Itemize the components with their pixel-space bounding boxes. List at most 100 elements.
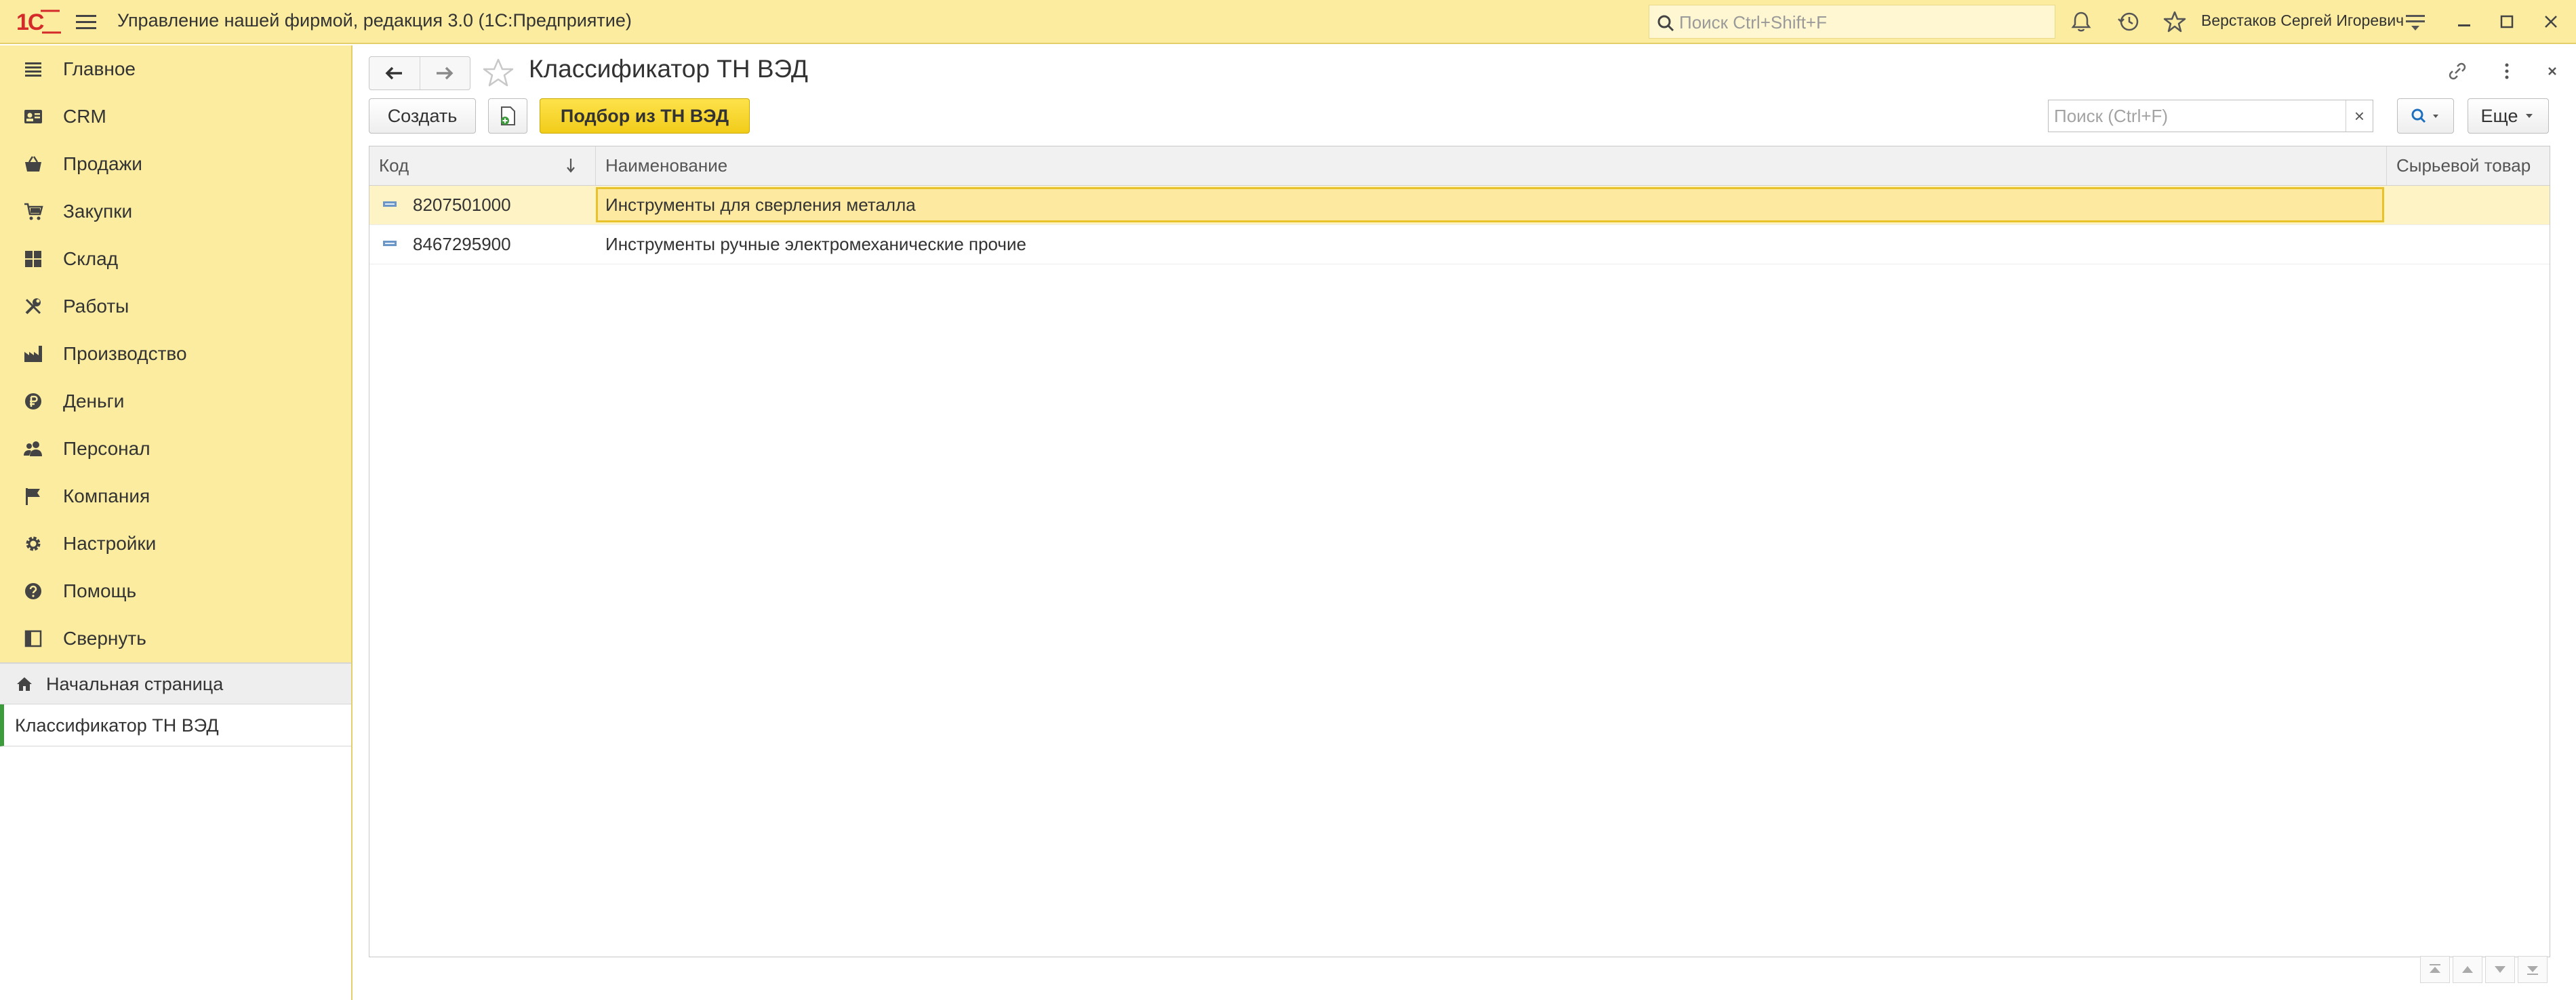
maximize-button[interactable] (2495, 9, 2519, 34)
forward-button[interactable] (420, 57, 470, 89)
page-down-button[interactable] (2485, 956, 2515, 983)
sidebar-item-label: CRM (63, 106, 106, 127)
close-window-button[interactable] (2539, 9, 2563, 34)
favorites-button[interactable] (2162, 9, 2187, 34)
open-window-home[interactable]: Начальная страница (0, 662, 351, 704)
add-document-icon (501, 106, 515, 125)
main-menu-button[interactable] (75, 12, 98, 33)
sidebar-item-warehouse[interactable]: Склад (0, 235, 351, 283)
column-header-code[interactable]: Код (369, 146, 596, 185)
sidebar-item-collapse[interactable]: Свернуть (0, 615, 351, 662)
double-up-icon (2430, 964, 2440, 973)
sidebar-item-help[interactable]: Помощь (0, 567, 351, 615)
history-button[interactable] (2116, 9, 2141, 34)
column-header-name[interactable]: Наименование (596, 146, 2387, 185)
settings-menu-button[interactable] (2403, 9, 2428, 34)
sidebar-item-label: Главное (63, 58, 136, 79)
sidebar-item-purchases[interactable]: Закупки (0, 188, 351, 235)
home-icon (17, 677, 32, 691)
sidebar-item-label: Деньги (63, 391, 125, 412)
element-item-icon (383, 241, 397, 246)
cart-icon (24, 203, 43, 220)
sidebar-item-label: Закупки (63, 201, 133, 222)
pick-from-classifier-button[interactable]: Подбор из ТН ВЭД (540, 98, 750, 134)
more-actions-label: Еще (2480, 105, 2518, 126)
people-icon (24, 441, 42, 456)
scroll-to-top-button[interactable] (2420, 956, 2450, 983)
page-title: Классификатор ТН ВЭД (529, 55, 808, 83)
logo-1c-icon: 1С (16, 9, 61, 35)
history-navigation (369, 56, 470, 90)
list-search-field[interactable]: × (2048, 100, 2373, 132)
sidebar-item-label: Производство (63, 343, 187, 364)
open-window-home-label: Начальная страница (46, 674, 224, 694)
app-title: Управление нашей фирмой, редакция 3.0 (1… (117, 10, 632, 31)
get-link-button[interactable] (2444, 58, 2471, 85)
user-name[interactable]: Верстаков Сергей Игоревич (2201, 12, 2404, 30)
tools-icon (25, 298, 41, 315)
history-icon (2118, 12, 2139, 31)
open-window-current-label: Классификатор ТН ВЭД (15, 715, 219, 736)
sidebar-item-crm[interactable]: CRM (0, 93, 351, 140)
sidebar-item-company[interactable]: Компания (0, 473, 351, 520)
scroll-to-bottom-button[interactable] (2518, 956, 2548, 983)
double-down-icon (2527, 966, 2538, 975)
more-actions-button[interactable]: Еще (2468, 98, 2549, 134)
global-search[interactable] (1649, 5, 2055, 39)
cell-name: Инструменты для сверления металла (605, 195, 916, 215)
global-search-input[interactable] (1679, 11, 2045, 34)
open-window-current[interactable]: Классификатор ТН ВЭД (0, 704, 351, 746)
maximize-icon (2500, 15, 2514, 28)
sidebar-item-staff[interactable]: Персонал (0, 425, 351, 473)
sections-panel: Главное CRM Продажи Закупки Склад Работы… (0, 45, 353, 1000)
form-area: Классификатор ТН ВЭД Создать Подбор из Т… (353, 45, 2576, 1000)
title-bar: 1С Управление нашей фирмой, редакция 3.0… (0, 0, 2576, 44)
sidebar-item-production[interactable]: Производство (0, 330, 351, 378)
sidebar-item-works[interactable]: Работы (0, 283, 351, 330)
warehouse-icon (25, 251, 41, 267)
app-logo[interactable]: 1С (16, 8, 64, 35)
close-form-button[interactable] (2539, 58, 2566, 85)
notifications-button[interactable] (2069, 9, 2093, 34)
cell-raw-material (2396, 225, 2545, 264)
form-menu-button[interactable] (2493, 58, 2520, 85)
column-header-raw-material[interactable]: Сырьевой товар (2387, 146, 2550, 185)
logo-text: 1С (16, 9, 44, 35)
sidebar-item-sales[interactable]: Продажи (0, 140, 351, 188)
star-icon (2163, 11, 2186, 33)
cell-code: 8467295900 (413, 234, 511, 254)
down-icon (2495, 966, 2505, 973)
sidebar-item-settings[interactable]: Настройки (0, 520, 351, 567)
sidebar-item-label: Персонал (63, 438, 150, 459)
link-icon (2449, 62, 2466, 80)
page-up-button[interactable] (2453, 956, 2482, 983)
back-button[interactable] (369, 57, 420, 89)
create-button[interactable]: Создать (369, 98, 476, 134)
table-header: Код Наименование Сырьевой товар (369, 146, 2550, 186)
clear-search-button[interactable]: × (2346, 100, 2373, 132)
collapse-panel-icon (24, 630, 42, 647)
more-vertical-icon (2505, 63, 2509, 79)
sidebar-item-label: Компания (63, 485, 150, 506)
create-by-copy-button[interactable] (488, 98, 527, 134)
gear-icon (26, 536, 41, 551)
up-icon (2462, 966, 2473, 973)
table-row[interactable]: 8207501000 Инструменты для сверления мет… (369, 186, 2550, 225)
sidebar-item-main[interactable]: Главное (0, 45, 351, 93)
minimize-button[interactable] (2452, 9, 2476, 34)
search-icon (1657, 15, 1674, 32)
list-search-input[interactable] (2054, 105, 2339, 127)
add-to-favorites-star-icon[interactable] (481, 56, 515, 90)
menu-lines-icon (25, 62, 41, 77)
search-options-button[interactable] (2397, 98, 2454, 134)
sidebar-item-label: Работы (63, 296, 129, 317)
flag-icon (26, 488, 40, 505)
classifier-table[interactable]: Код Наименование Сырьевой товар 82075010… (369, 146, 2550, 957)
table-row[interactable]: 8467295900 Инструменты ручные электромех… (369, 225, 2550, 264)
sidebar-item-label: Склад (63, 248, 119, 269)
minimize-icon (2458, 24, 2470, 26)
settings-lines-icon (2406, 15, 2425, 31)
hamburger-icon (76, 15, 96, 29)
sidebar-item-money[interactable]: Деньги (0, 378, 351, 425)
basket-icon (25, 156, 41, 172)
